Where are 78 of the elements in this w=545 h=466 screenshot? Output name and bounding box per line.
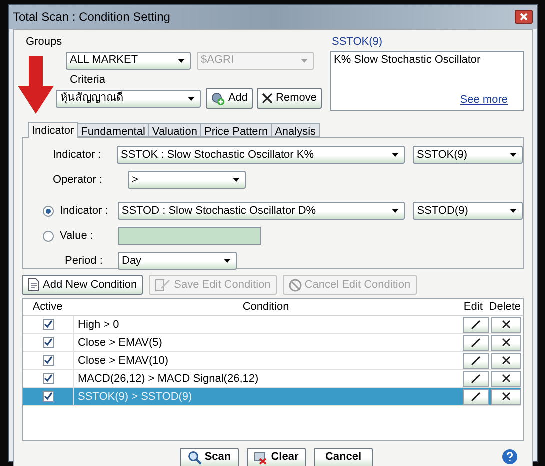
tab[interactable]: Valuation [148,123,202,137]
field-label: Period : [65,254,104,269]
field-label: Value : [60,228,94,244]
section-label: Criteria [70,72,106,88]
tab[interactable]: Analysis [271,123,320,137]
edit-button[interactable] [463,388,489,404]
period-dropdown[interactable]: Day [118,252,237,270]
indicator-dropdown[interactable]: SSTOK : Slow Stochastic Oscillator K% [117,146,405,164]
scan-button[interactable]: Scan [180,448,239,466]
dropdown-arrow-icon [510,153,517,157]
radio-button[interactable] [43,230,54,242]
column-header: Active [32,300,64,315]
close-icon [520,13,528,21]
dropdown-arrow-icon [224,259,231,263]
remove-button[interactable]: Remove [257,88,322,109]
help-icon[interactable] [502,449,518,465]
column-header: Condition [242,300,290,315]
cancel-button[interactable]: Cancel [314,448,373,466]
checkbox[interactable] [42,337,54,348]
remove-icon [262,93,274,104]
delete-button[interactable] [491,388,521,404]
dropdown-arrow-icon [301,58,308,62]
value-field[interactable] [118,227,261,245]
clear-button[interactable]: Clear [247,448,306,466]
criteria-dropdown[interactable]: หุ้นสัญญาณดี [56,90,202,108]
document-icon [28,278,40,292]
table-row[interactable]: Close > EMAV(10) [23,352,521,370]
dropdown-arrow-icon [188,96,196,100]
checkbox[interactable] [42,391,54,402]
edit-button[interactable] [463,334,489,350]
field-label: Indicator : [60,204,110,219]
add-condition-button[interactable]: Add New Condition [22,275,144,295]
window-title: Total Scan : Condition Setting [13,9,170,26]
edit-button[interactable] [463,352,489,368]
close-icon [502,356,510,365]
column-header: Delete [488,300,522,315]
market-dropdown[interactable]: ALL MARKET [66,52,191,70]
tab[interactable]: Fundamental [77,123,150,137]
annotation-arrow [18,56,54,114]
radio-button[interactable] [43,206,54,216]
table-row[interactable]: Close > EMAV(5) [23,334,521,352]
search-icon [188,450,202,464]
checkbox[interactable] [42,355,54,366]
checkbox[interactable] [42,373,54,384]
parameter-dropdown[interactable]: SSTOD(9) [413,202,524,220]
delete-button[interactable] [491,334,521,350]
dropdown-arrow-icon [510,209,518,213]
delete-button[interactable] [491,316,521,332]
parameter-dropdown[interactable]: SSTOK(9) [413,146,523,164]
add-button[interactable]: Add [206,88,254,109]
delete-button[interactable] [491,352,521,368]
close-icon [502,320,510,329]
tab[interactable]: Price Pattern [200,123,272,137]
close-button[interactable] [515,10,533,24]
indicator-dropdown[interactable]: SSTOD : Slow Stochastic Oscillator D% [118,202,406,220]
see-more-link[interactable]: See more [460,92,508,108]
description-text: K% Slow Stochastic Oscillator [334,52,482,68]
tab[interactable]: Indicator [28,122,78,138]
dropdown-arrow-icon [233,178,240,182]
close-icon [502,338,510,347]
column-header: Edit [462,300,484,315]
pencil-document-icon [155,278,172,292]
operator-dropdown[interactable]: > [128,171,246,189]
indicator-name: SSTOK(9) [332,35,384,50]
field-label: Indicator : [53,148,102,163]
dropdown-arrow-icon [178,58,185,62]
checkbox[interactable] [42,319,54,330]
edit-button[interactable] [463,316,489,332]
field-label: Operator : [53,172,104,188]
dropdown-arrow-icon [392,153,399,157]
close-icon [502,374,510,383]
delete-button[interactable] [491,370,521,386]
cancel-icon [288,278,302,292]
section-label: Groups [26,35,64,50]
table-row[interactable]: High > 0 [23,316,521,334]
close-icon [502,392,510,401]
dropdown-arrow-icon [392,209,400,213]
edit-button[interactable] [463,370,489,386]
